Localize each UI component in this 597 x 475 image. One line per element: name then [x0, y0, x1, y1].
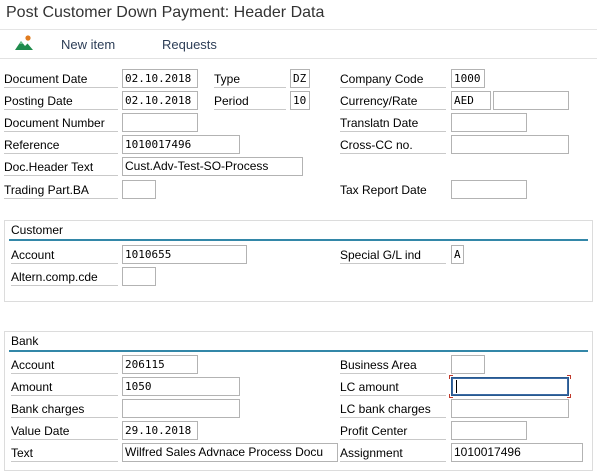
document-date-field[interactable]: 02.10.2018 — [122, 69, 198, 88]
document-date-label: Document Date — [4, 70, 118, 88]
page-title: Post Customer Down Payment: Header Data — [6, 4, 325, 21]
type-field[interactable]: DZ — [290, 69, 310, 88]
bank-account-label: Account — [11, 356, 118, 374]
doc-header-text-label: Doc.Header Text — [4, 158, 118, 176]
lc-amount-field[interactable] — [451, 377, 569, 396]
special-gl-label: Special G/L ind — [340, 246, 446, 264]
reference-label: Reference — [4, 136, 118, 154]
text-label: Text — [11, 444, 118, 462]
customer-account-label: Account — [11, 246, 118, 264]
focus-corner-bottom-right — [567, 394, 571, 398]
requests-button[interactable]: Requests — [162, 37, 217, 52]
mountain-image-icon[interactable] — [13, 34, 35, 52]
company-code-label: Company Code — [340, 70, 446, 88]
assignment-field[interactable]: 1010017496 — [451, 443, 583, 462]
profit-center-label: Profit Center — [340, 422, 446, 440]
period-field[interactable]: 10 — [290, 91, 310, 110]
translation-date-field[interactable] — [451, 113, 527, 132]
lc-bank-charges-label: LC bank charges — [340, 400, 446, 418]
customer-group-title: Customer — [11, 223, 64, 237]
altern-comp-label: Altern.comp.cde — [11, 268, 118, 286]
customer-account-field[interactable]: 1010655 — [122, 245, 247, 264]
period-label: Period — [214, 92, 286, 110]
posting-date-field[interactable]: 02.10.2018 — [122, 91, 198, 110]
currency-rate-label: Currency/Rate — [340, 92, 446, 110]
trading-part-field[interactable] — [122, 180, 156, 199]
value-date-field[interactable]: 29.10.2018 — [122, 421, 198, 440]
new-item-button[interactable]: New item — [61, 37, 115, 52]
focus-corner-top-right — [567, 375, 571, 379]
altern-comp-field[interactable] — [122, 267, 156, 286]
value-date-label: Value Date — [11, 422, 118, 440]
bank-charges-field[interactable] — [122, 399, 240, 418]
bank-charges-label: Bank charges — [11, 400, 118, 418]
bank-group-title: Bank — [11, 334, 39, 348]
exchange-rate-field[interactable] — [493, 91, 569, 110]
title-bar: Post Customer Down Payment: Header Data — [0, 0, 597, 30]
bank-group-divider — [9, 350, 588, 352]
toolbar: New item Requests — [0, 30, 597, 59]
business-area-label: Business Area — [340, 356, 446, 374]
customer-group-divider — [9, 239, 588, 241]
document-number-field[interactable] — [122, 113, 198, 132]
lc-bank-charges-field[interactable] — [451, 399, 569, 418]
assignment-label: Assignment — [340, 444, 446, 462]
doc-header-text-field[interactable]: Cust.Adv-Test-SO-Process — [122, 157, 303, 176]
document-number-label: Document Number — [4, 114, 118, 132]
focus-corner-top-left — [449, 375, 453, 379]
text-field[interactable]: Wilfred Sales Advnace Process Docu — [122, 443, 338, 462]
special-gl-field[interactable]: A — [451, 245, 464, 264]
reference-field[interactable]: 1010017496 — [122, 135, 240, 154]
trading-part-label: Trading Part.BA — [4, 181, 118, 199]
company-code-field[interactable]: 1000 — [451, 69, 485, 88]
amount-field[interactable]: 1050 — [122, 377, 240, 396]
business-area-field[interactable] — [451, 355, 485, 374]
text-cursor — [456, 380, 457, 393]
currency-field[interactable]: AED — [451, 91, 491, 110]
tax-report-date-label: Tax Report Date — [340, 183, 427, 197]
type-label: Type — [214, 70, 286, 88]
profit-center-field[interactable] — [451, 421, 527, 440]
lc-amount-label: LC amount — [340, 378, 446, 396]
translation-date-label: Translatn Date — [340, 114, 446, 132]
posting-date-label: Posting Date — [4, 92, 118, 110]
cross-cc-label: Cross-CC no. — [340, 136, 446, 154]
amount-label: Amount — [11, 378, 118, 396]
bank-account-field[interactable]: 206115 — [122, 355, 198, 374]
cross-cc-field[interactable] — [451, 135, 569, 154]
tax-report-date-field[interactable] — [451, 180, 527, 199]
focus-corner-bottom-left — [449, 394, 453, 398]
